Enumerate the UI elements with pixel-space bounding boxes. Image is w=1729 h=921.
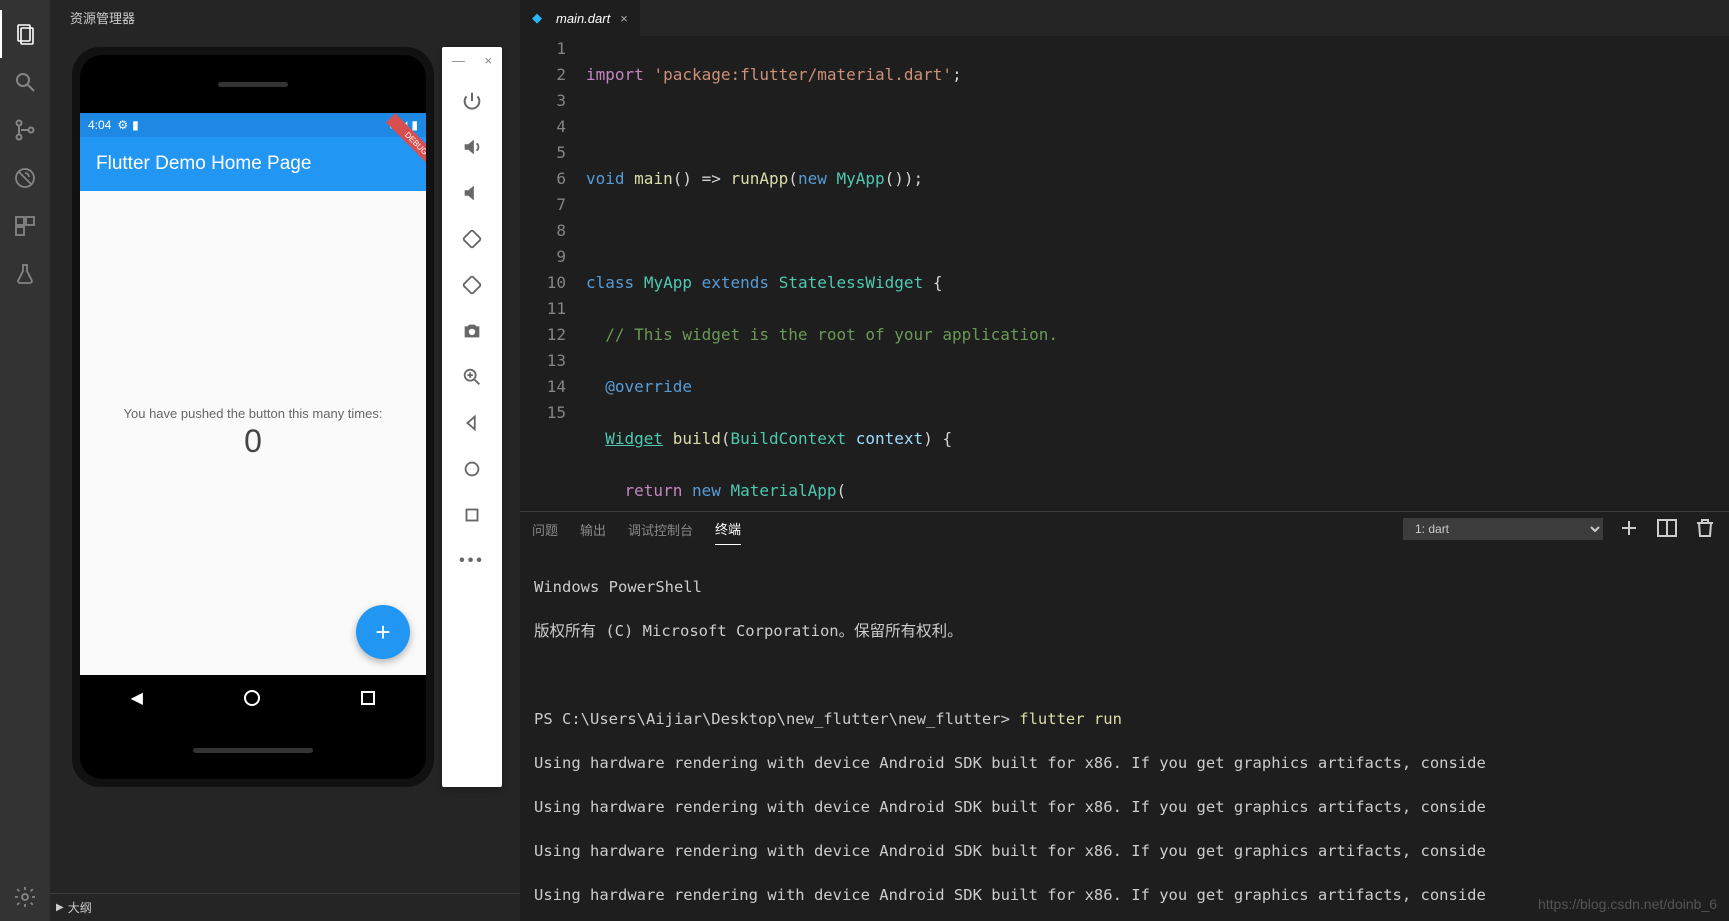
dart-file-icon: ◆ — [532, 10, 546, 26]
panel-tab-terminal[interactable]: 终端 — [715, 513, 741, 545]
back-icon[interactable]: ◀ — [131, 688, 143, 708]
emulator-minimize-button[interactable]: — — [452, 53, 465, 68]
tab-main-dart[interactable]: ◆ main.dart × — [520, 0, 641, 36]
fab-button[interactable]: + — [356, 605, 410, 659]
emulator-toolbar: — × ••• — [442, 47, 502, 787]
search-icon[interactable] — [0, 58, 50, 106]
home-icon[interactable] — [244, 690, 260, 706]
rotate-left-icon[interactable] — [461, 226, 483, 252]
tab-filename: main.dart — [556, 11, 610, 26]
volume-up-icon[interactable] — [461, 134, 483, 160]
more-icon[interactable]: ••• — [459, 548, 485, 574]
app-body: You have pushed the button this many tim… — [80, 191, 426, 675]
phone-screen: DEBUG 4:04 ⚙ ▮ ▾ ◢ ▮ Flutte — [80, 113, 426, 721]
new-terminal-icon[interactable] — [1617, 516, 1641, 543]
emu-back-icon[interactable] — [461, 410, 483, 436]
android-nav-bar: ◀ — [80, 675, 426, 721]
rotate-right-icon[interactable] — [461, 272, 483, 298]
plus-icon: + — [375, 617, 390, 648]
source-control-icon[interactable] — [0, 106, 50, 154]
trash-icon[interactable] — [1693, 516, 1717, 543]
gear-icon: ⚙ — [117, 118, 128, 132]
panel-tab-output[interactable]: 输出 — [580, 514, 606, 545]
app-bar: Flutter Demo Home Page — [80, 137, 426, 191]
panel-tabs: 问题 输出 调试控制台 终端 1: dart — [520, 512, 1729, 546]
code-content[interactable]: import 'package:flutter/material.dart'; … — [586, 36, 1729, 511]
emu-home-icon[interactable] — [461, 456, 483, 482]
counter-value: 0 — [244, 423, 262, 460]
split-terminal-icon[interactable] — [1655, 516, 1679, 543]
explorer-icon[interactable] — [0, 10, 50, 58]
zoom-icon[interactable] — [461, 364, 483, 390]
explorer-title: 资源管理器 — [50, 0, 520, 35]
panel-tab-problems[interactable]: 问题 — [532, 514, 558, 545]
emu-overview-icon[interactable] — [461, 502, 483, 528]
camera-icon[interactable] — [461, 318, 483, 344]
watermark: https://blog.csdn.net/doinb_6 — [1538, 893, 1717, 915]
app-title: Flutter Demo Home Page — [96, 153, 311, 175]
emulator-close-button[interactable]: × — [485, 53, 493, 68]
emulator-window: DEBUG 4:04 ⚙ ▮ ▾ ◢ ▮ Flutte — [72, 47, 502, 787]
outline-header[interactable]: ▶ 大纲 — [50, 893, 520, 921]
explorer-panel: 资源管理器 DEBUG 4:04 ⚙ ▮ ▾ ◢ — [50, 0, 520, 921]
activity-bar — [0, 0, 50, 921]
editor-group: ◆ main.dart × 123456789101112131415 impo… — [520, 0, 1729, 921]
debug-icon[interactable] — [0, 154, 50, 202]
flask-icon[interactable] — [0, 250, 50, 298]
outline-title: 大纲 — [68, 899, 92, 916]
code-editor[interactable]: 123456789101112131415 import 'package:fl… — [520, 36, 1729, 511]
panel-tab-debug-console[interactable]: 调试控制台 — [628, 514, 693, 545]
power-icon[interactable] — [461, 88, 483, 114]
chevron-right-icon: ▶ — [56, 902, 64, 913]
close-icon[interactable]: × — [620, 11, 628, 26]
status-time: 4:04 — [88, 118, 111, 132]
battery-icon: ▮ — [132, 118, 139, 132]
counter-message: You have pushed the button this many tim… — [124, 406, 383, 421]
android-status-bar: 4:04 ⚙ ▮ ▾ ◢ ▮ — [80, 113, 426, 137]
extensions-icon[interactable] — [0, 202, 50, 250]
terminal-output[interactable]: Windows PowerShell 版权所有 (C) Microsoft Co… — [520, 546, 1729, 921]
recents-icon[interactable] — [361, 691, 375, 705]
line-gutter: 123456789101112131415 — [520, 36, 586, 511]
volume-down-icon[interactable] — [461, 180, 483, 206]
phone-bottom-speaker-icon — [80, 721, 426, 779]
phone-frame: DEBUG 4:04 ⚙ ▮ ▾ ◢ ▮ Flutte — [72, 47, 434, 787]
phone-speaker-icon — [80, 55, 426, 113]
settings-gear-icon[interactable] — [0, 873, 50, 921]
terminal-selector[interactable]: 1: dart — [1403, 518, 1603, 540]
bottom-panel: 问题 输出 调试控制台 终端 1: dart Windows PowerShel… — [520, 511, 1729, 921]
editor-tabs: ◆ main.dart × — [520, 0, 1729, 36]
